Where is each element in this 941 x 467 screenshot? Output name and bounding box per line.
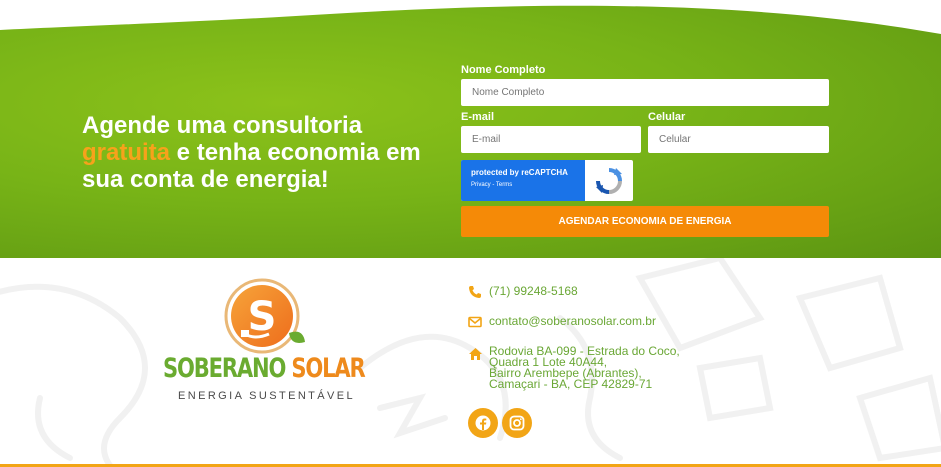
mail-icon (467, 314, 483, 330)
brand-logo[interactable]: S (163, 278, 373, 408)
email-input[interactable] (461, 126, 641, 153)
brand-name-part1: SOBERANO (163, 353, 286, 384)
submit-button[interactable]: AGENDAR ECONOMIA DE ENERGIA (461, 206, 829, 237)
headline-part1: Agende uma consultoria (82, 112, 363, 139)
name-label: Nome Completo (461, 64, 546, 76)
brand-name: SOBERANO SOLAR (163, 353, 366, 384)
recaptcha-badge[interactable]: protected by reCAPTCHA Privacy - Terms (461, 160, 633, 201)
phone-label: Celular (648, 111, 686, 123)
address-line-4: Camaçari - BA, CEP 42829-71 (489, 377, 653, 391)
contact-address: Rodovia BA-099 - Estrada do Coco, Quadra… (467, 345, 680, 391)
phone-icon (467, 284, 483, 300)
email-address: contato@soberanosolar.com.br (489, 314, 656, 328)
facebook-button[interactable] (468, 408, 498, 438)
sun-plug-icon: S (224, 278, 305, 354)
hero-headline: Agende uma consultoria gratuita e tenha … (82, 112, 462, 193)
phone-input[interactable] (648, 126, 829, 153)
hero-section: Agende uma consultoria gratuita e tenha … (0, 0, 941, 258)
brand-tagline: ENERGIA SUSTENTÁVEL (178, 390, 356, 402)
name-input[interactable] (461, 79, 829, 106)
contact-phone[interactable]: (71) 99248-5168 (467, 284, 578, 300)
brand-name-part2: SOLAR (291, 353, 365, 384)
recaptcha-links[interactable]: Privacy - Terms (471, 179, 585, 191)
instagram-button[interactable] (502, 408, 532, 438)
svg-text:S: S (248, 294, 277, 340)
facebook-icon (475, 415, 491, 431)
headline-accent: gratuita (82, 139, 171, 166)
recaptcha-label: protected by reCAPTCHA Privacy - Terms (461, 160, 585, 201)
hero-top-curve (0, 0, 941, 34)
address-block: Rodovia BA-099 - Estrada do Coco, Quadra… (489, 345, 680, 391)
home-icon (467, 346, 483, 362)
contact-email[interactable]: contato@soberanosolar.com.br (467, 314, 656, 330)
instagram-icon (509, 415, 525, 431)
consultation-form: Nome Completo E-mail Celular protected b… (461, 63, 829, 237)
recaptcha-icon (585, 160, 633, 201)
recaptcha-text: protected by reCAPTCHA (471, 168, 568, 177)
phone-number: (71) 99248-5168 (489, 284, 578, 298)
email-label: E-mail (461, 111, 495, 123)
